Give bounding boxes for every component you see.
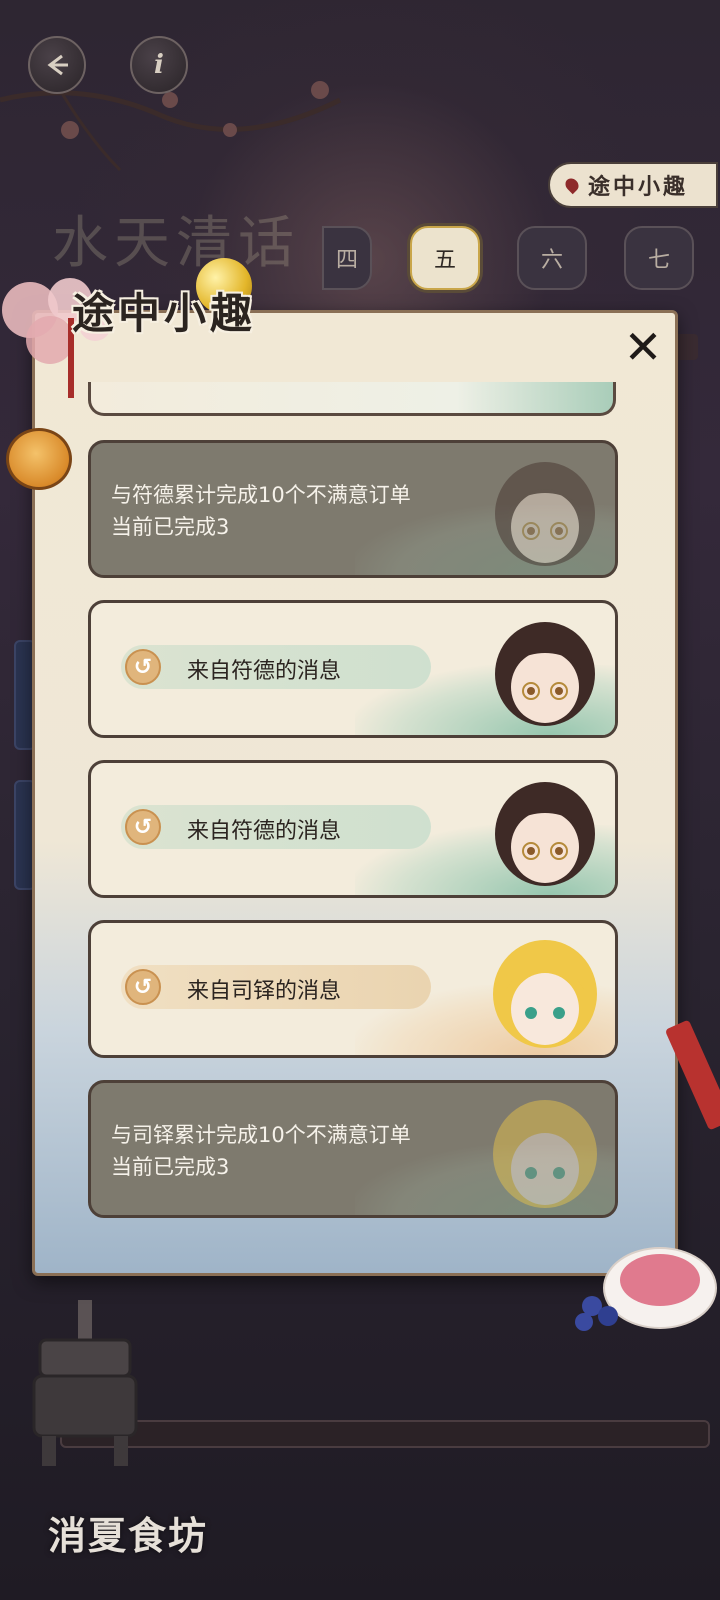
message-label: 来自司铎的消息	[187, 979, 342, 1004]
task-progress: 当前已完成3	[111, 515, 230, 539]
task-card-siduo: 与司铎累计完成10个不满意订单 当前已完成3	[88, 1080, 618, 1218]
info-button[interactable]: i	[130, 36, 188, 94]
marker-icon	[562, 175, 582, 195]
close-button[interactable]: ✕	[618, 322, 668, 372]
character-portrait-fude	[495, 462, 595, 566]
task-description: 与司铎累计完成10个不满意订单 当前已完成3	[111, 1119, 491, 1183]
task-goal: 与符德累计完成10个不满意订单	[111, 483, 411, 507]
task-description: 与符德累计完成10个不满意订单 当前已完成3	[111, 479, 491, 543]
replay-icon: ↺	[125, 809, 161, 845]
list-item-partial	[88, 382, 616, 416]
stove-icon	[32, 1300, 138, 1466]
dessert-decoration	[575, 1247, 717, 1331]
chapter-tab-5[interactable]: 五	[410, 226, 480, 290]
replay-icon: ↺	[125, 969, 161, 1005]
dialog-title: 途中小趣	[72, 289, 257, 338]
chapter-tab-4[interactable]: 四	[322, 226, 372, 290]
trip-fun-tab-label: 途中小趣	[588, 175, 689, 200]
message-label: 来自符德的消息	[187, 819, 342, 844]
character-portrait-siduo	[493, 1100, 597, 1208]
character-portrait-fude	[495, 782, 595, 886]
character-portrait-fude	[495, 622, 595, 726]
close-icon: ✕	[623, 320, 663, 374]
mooncake-icon	[6, 428, 72, 490]
back-arrow-icon	[47, 54, 68, 76]
chapter-tab-6[interactable]: 六	[517, 226, 587, 290]
back-button[interactable]	[28, 36, 86, 94]
info-icon: i	[154, 50, 164, 80]
trip-fun-tab[interactable]: 途中小趣	[548, 162, 718, 208]
shop-name: 消夏食坊	[48, 1514, 209, 1558]
scroll-rod-bottom	[60, 1420, 710, 1448]
message-card-siduo[interactable]: ↺ 来自司铎的消息	[88, 920, 618, 1058]
replay-icon: ↺	[125, 649, 161, 685]
task-card-fude: 与符德累计完成10个不满意订单 当前已完成3	[88, 440, 618, 578]
message-card-fude-1[interactable]: ↺ 来自符德的消息	[88, 600, 618, 738]
chapter-tab-7[interactable]: 七	[624, 226, 694, 290]
task-goal: 与司铎累计完成10个不满意订单	[111, 1123, 411, 1147]
character-portrait-siduo	[493, 940, 597, 1048]
task-progress: 当前已完成3	[111, 1155, 230, 1179]
message-label: 来自符德的消息	[187, 659, 342, 684]
message-card-fude-2[interactable]: ↺ 来自符德的消息	[88, 760, 618, 898]
